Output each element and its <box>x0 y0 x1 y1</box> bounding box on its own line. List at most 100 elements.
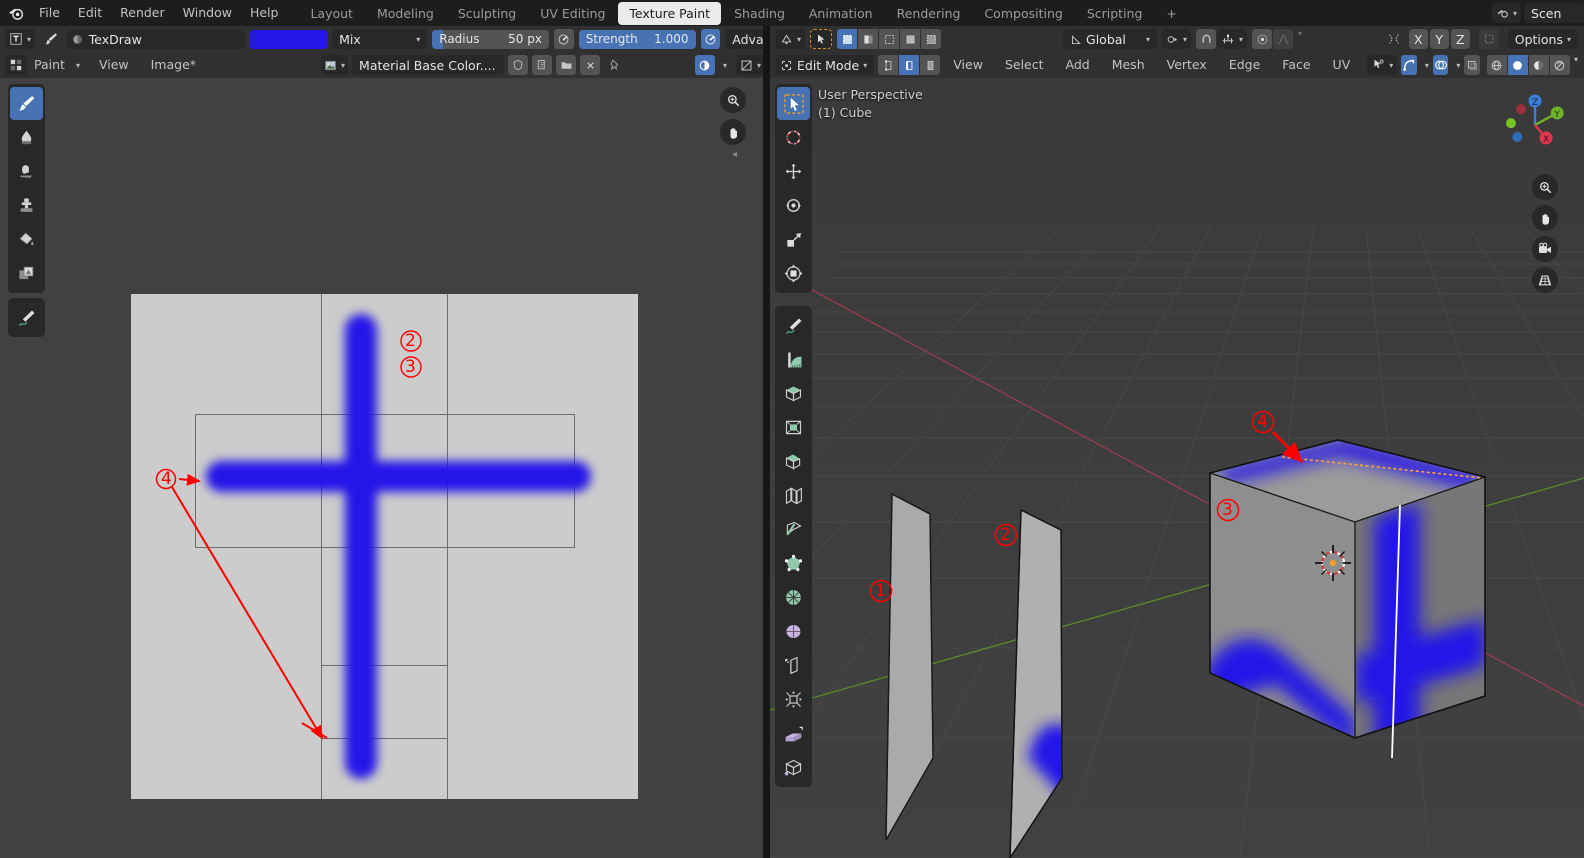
magnet-icon[interactable] <box>1196 29 1217 49</box>
brush-preset-icon[interactable]: ▾ <box>5 29 36 49</box>
overlays-icon[interactable] <box>1432 55 1449 75</box>
shield-icon[interactable] <box>508 55 529 75</box>
scale-tool[interactable] <box>777 223 810 256</box>
blend-mode-dropdown[interactable]: Mix ▾ <box>332 29 428 49</box>
uv-edge-select-icon[interactable] <box>858 29 879 49</box>
vertex-select-icon[interactable] <box>878 55 899 75</box>
image-datablock-name[interactable]: Material Base Color.... <box>352 55 505 75</box>
image-datablock-icon[interactable]: ▾ <box>321 55 349 75</box>
wireframe-shading-icon[interactable] <box>1486 55 1507 75</box>
advanced-panel-button[interactable]: Adva <box>725 29 765 49</box>
uv-vertex-select-icon[interactable] <box>837 29 858 49</box>
gizmo-icon[interactable] <box>1401 55 1417 75</box>
add-workspace-button[interactable]: + <box>1155 2 1187 25</box>
move-tool[interactable] <box>777 155 810 188</box>
camera-nav-button[interactable] <box>1532 236 1558 262</box>
viewport-menu-edge[interactable]: Edge <box>1220 52 1269 78</box>
viewport-menu-uv[interactable]: UV <box>1324 52 1360 78</box>
area-divider[interactable] <box>763 26 770 858</box>
viewport-menu-select[interactable]: Select <box>996 52 1053 78</box>
radius-pressure-icon[interactable] <box>553 29 574 49</box>
pin-icon[interactable] <box>604 58 626 72</box>
workspace-tab-rendering[interactable]: Rendering <box>886 2 972 25</box>
sidebar-toggle-icon[interactable]: ◂ <box>732 149 746 160</box>
edge-slide-tool[interactable] <box>777 649 810 682</box>
falloff-curve-icon[interactable] <box>1273 29 1294 49</box>
draw-tool[interactable] <box>10 87 43 120</box>
texture-paint-mode-icon[interactable] <box>5 55 27 75</box>
mask-tool[interactable] <box>10 257 43 290</box>
workspace-tab-uv-editing[interactable]: UV Editing <box>529 2 616 25</box>
workspace-tab-scripting[interactable]: Scripting <box>1076 2 1154 25</box>
image-view-icon[interactable]: ▾ <box>735 55 765 75</box>
viewport-menu-mesh[interactable]: Mesh <box>1103 52 1154 78</box>
transform-tool[interactable] <box>777 257 810 290</box>
texture-image-canvas[interactable] <box>131 294 638 799</box>
image-editor-mode-label[interactable]: Paint <box>31 52 68 78</box>
viewport-editor-icon[interactable]: ▾ <box>776 29 806 49</box>
workspace-tab-compositing[interactable]: Compositing <box>973 2 1073 25</box>
menu-edit[interactable]: Edit <box>69 0 111 26</box>
mode-dropdown[interactable]: Edit Mode ▾ <box>776 55 875 75</box>
uv-island-select-icon[interactable] <box>900 29 921 49</box>
rip-region-tool[interactable] <box>777 751 810 784</box>
radius-slider[interactable]: Radius 50 px <box>432 29 549 49</box>
soften-tool[interactable] <box>10 121 43 154</box>
bevel-tool[interactable] <box>777 445 810 478</box>
inset-faces-tool[interactable] <box>777 411 810 444</box>
strength-pressure-icon[interactable] <box>700 29 721 49</box>
annotate-tool[interactable] <box>10 301 43 334</box>
workspace-tab-layout[interactable]: Layout <box>299 2 364 25</box>
image-editor-canvas-area[interactable]: 2 3 4 ◂ <box>0 78 763 858</box>
x-icon[interactable] <box>580 55 601 75</box>
measure-tool[interactable] <box>777 343 810 376</box>
shear-tool[interactable] <box>777 717 810 750</box>
image-menu-view[interactable]: View <box>90 52 138 78</box>
smear-tool[interactable] <box>10 155 43 188</box>
menu-window[interactable]: Window <box>174 0 241 26</box>
uv-sticky-select-icon[interactable] <box>921 29 942 49</box>
image-zoom-gizmo[interactable] <box>720 87 746 113</box>
orientation-dropdown[interactable]: Global ▾ <box>1063 29 1158 49</box>
poly-build-tool[interactable] <box>777 547 810 580</box>
spin-tool[interactable] <box>777 581 810 614</box>
workspace-tab-animation[interactable]: Animation <box>798 2 884 25</box>
viewport-menu-vertex[interactable]: Vertex <box>1158 52 1216 78</box>
options-dropdown[interactable]: Options ▾ <box>1507 29 1578 49</box>
workspace-tab-sculpting[interactable]: Sculpting <box>447 2 527 25</box>
menu-render[interactable]: Render <box>111 0 174 26</box>
rotate-tool[interactable] <box>777 189 810 222</box>
image-menu-image[interactable]: Image* <box>142 52 205 78</box>
fill-tool[interactable] <box>10 223 43 256</box>
image-pan-gizmo[interactable] <box>720 119 746 145</box>
clone-tool[interactable] <box>10 189 43 222</box>
xray-icon[interactable] <box>1464 55 1480 75</box>
axis-x-button[interactable]: X <box>1408 29 1428 49</box>
workspace-tab-shading[interactable]: Shading <box>723 2 796 25</box>
annotate-tool[interactable] <box>777 309 810 342</box>
zoom-nav-button[interactable] <box>1532 174 1558 200</box>
proportional-edit-icon[interactable] <box>1252 29 1273 49</box>
scene-icon[interactable]: ▾ <box>1491 3 1521 23</box>
workspace-tab-modeling[interactable]: Modeling <box>366 2 445 25</box>
ortho-perspective-button[interactable] <box>1532 267 1558 293</box>
smooth-tool[interactable] <box>777 615 810 648</box>
workspace-tab-texture-paint[interactable]: Texture Paint <box>618 1 722 25</box>
loop-cut-tool[interactable] <box>777 479 810 512</box>
snap-target-dropdown[interactable]: ▾ <box>1217 29 1248 49</box>
menu-file[interactable]: File <box>30 0 69 26</box>
brush-color-swatch[interactable] <box>249 29 328 49</box>
tweak-select-icon[interactable] <box>810 29 833 49</box>
brush-name-field[interactable]: TexDraw <box>66 29 245 49</box>
knife-tool[interactable] <box>777 513 810 546</box>
material-shading-icon[interactable] <box>1528 55 1549 75</box>
sticky-select-icon[interactable] <box>1478 29 1499 49</box>
pan-nav-button[interactable] <box>1532 205 1558 231</box>
copy-icon[interactable] <box>532 55 553 75</box>
scene-name-field[interactable]: Scen <box>1524 3 1584 23</box>
axis-y-button[interactable]: Y <box>1429 29 1449 49</box>
uv-face-select-icon[interactable] <box>879 29 900 49</box>
extrude-region-tool[interactable] <box>777 377 810 410</box>
shrink-fatten-tool[interactable] <box>777 683 810 716</box>
viewport-menu-add[interactable]: Add <box>1057 52 1099 78</box>
